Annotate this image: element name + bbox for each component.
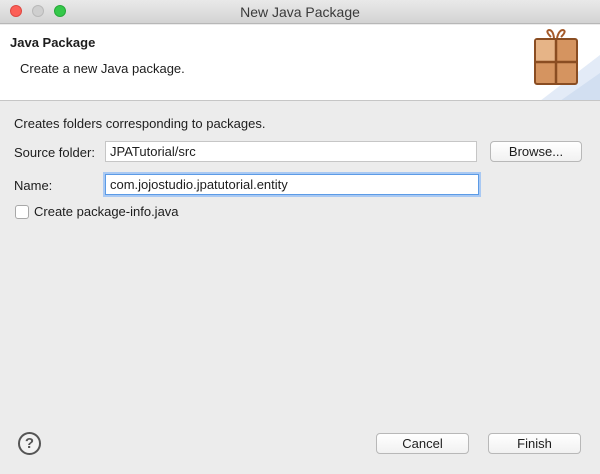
title-bar[interactable]: New Java Package [0, 0, 600, 24]
package-icon [534, 28, 600, 100]
finish-button[interactable]: Finish [488, 433, 581, 454]
intro-text: Creates folders corresponding to package… [14, 116, 266, 131]
package-info-label: Create package-info.java [34, 204, 179, 219]
package-info-checkbox[interactable] [15, 205, 29, 219]
name-label: Name: [14, 178, 53, 193]
package-name-input[interactable]: com.jojostudio.jpatutorial.entity [105, 174, 479, 195]
help-icon[interactable]: ? [18, 432, 41, 455]
banner-title: Java Package [10, 35, 96, 50]
source-folder-label: Source folder: [14, 145, 95, 160]
new-java-package-dialog: New Java Package Java Package Create a n… [0, 0, 600, 474]
cancel-button[interactable]: Cancel [376, 433, 469, 454]
window-title: New Java Package [240, 4, 360, 20]
banner-description: Create a new Java package. [20, 61, 185, 76]
browse-button[interactable]: Browse... [490, 141, 582, 162]
wizard-banner: Java Package Create a new Java package. [0, 25, 600, 101]
source-folder-input[interactable]: JPATutorial/src [105, 141, 477, 162]
